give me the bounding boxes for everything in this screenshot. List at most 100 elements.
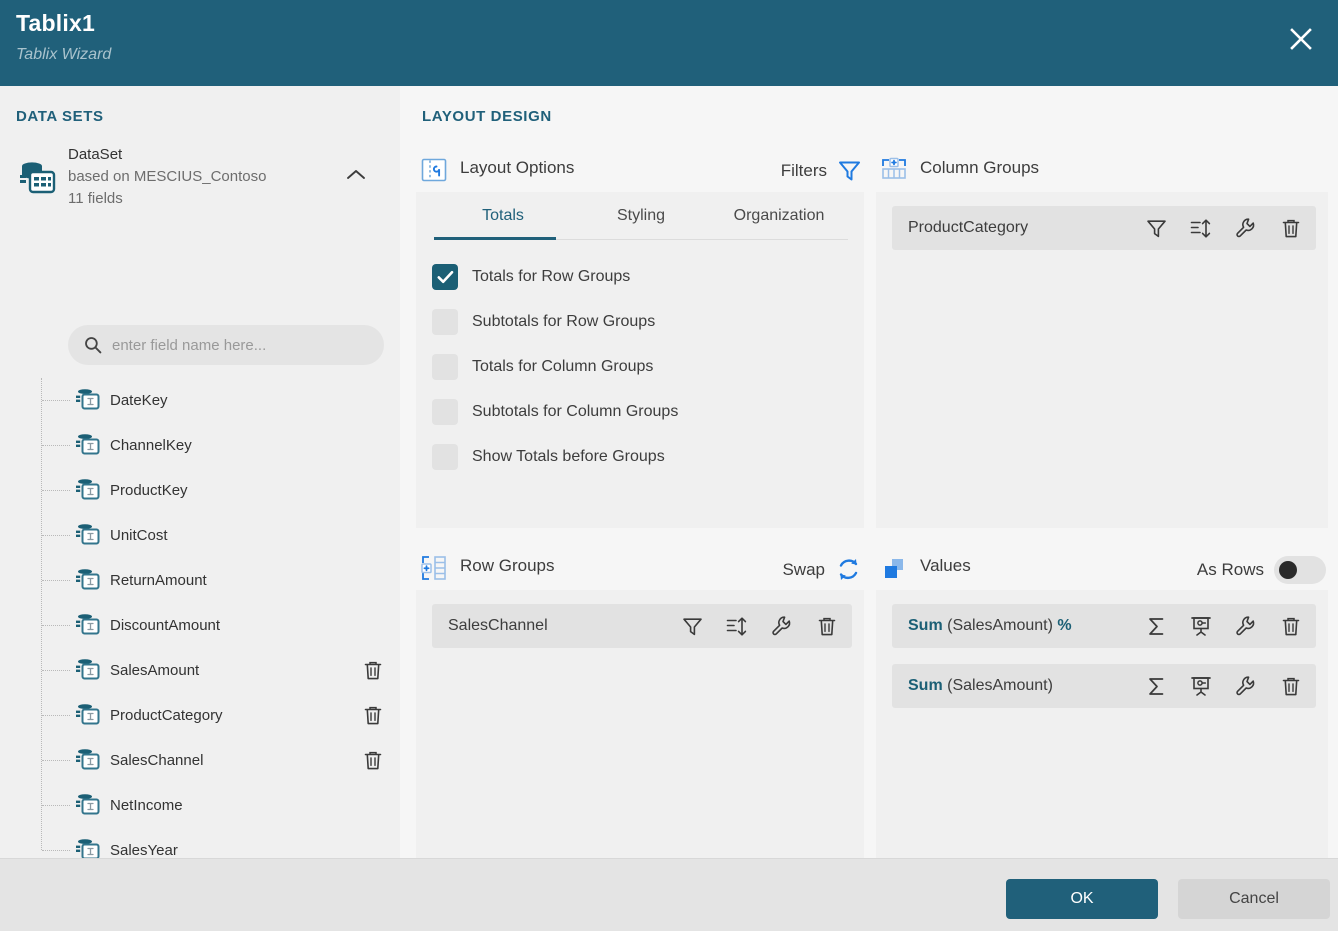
field-search-box[interactable] (68, 325, 384, 365)
checkbox-label: Subtotals for Row Groups (472, 312, 656, 330)
row-group-chip[interactable]: SalesChannel (432, 604, 852, 648)
wrench-action[interactable] (1235, 675, 1257, 697)
tree-connector (42, 715, 70, 716)
field-list-item[interactable]: ProductCategory (0, 693, 400, 738)
wrench-action[interactable] (1235, 615, 1257, 637)
sort-action[interactable] (726, 615, 748, 637)
trash-action[interactable] (1280, 675, 1302, 697)
dialog-subtitle: Tablix Wizard (16, 46, 112, 63)
column-groups-list: ProductCategory (892, 206, 1316, 266)
checkbox[interactable] (432, 308, 458, 335)
layout-options-quadrant: Layout Options Filters Totals Styling Orga… (416, 148, 864, 528)
dataset-header[interactable]: DataSet based on MESCIUS_Contoso 11 fiel… (20, 146, 380, 208)
checkbox[interactable] (432, 443, 458, 470)
search-icon (85, 337, 102, 354)
filter-action[interactable] (1145, 217, 1167, 239)
field-list-item[interactable]: DateKey (0, 378, 400, 423)
presentation-icon (1191, 617, 1211, 636)
field-label: ReturnAmount (110, 572, 207, 589)
field-list-item[interactable]: SalesAmount (0, 648, 400, 693)
field-icon (76, 389, 100, 410)
wrench-action[interactable] (1235, 217, 1257, 239)
presentation-action[interactable] (1190, 675, 1212, 697)
field-delete-button[interactable] (363, 705, 383, 726)
close-button[interactable] (1280, 18, 1322, 60)
tab-organization[interactable]: Organization (710, 200, 848, 240)
wrench-action[interactable] (771, 615, 793, 637)
wrench-icon (1236, 616, 1255, 636)
field-list-item[interactable]: ChannelKey (0, 423, 400, 468)
filters-label: Filters (780, 160, 827, 180)
sort-action[interactable] (1190, 217, 1212, 239)
trash-action[interactable] (1280, 217, 1302, 239)
field-list-item[interactable]: ReturnAmount (0, 558, 400, 603)
sigma-icon (1148, 617, 1163, 635)
presentation-action[interactable] (1190, 615, 1212, 637)
trash-icon (364, 706, 382, 725)
field-label: SalesChannel (110, 752, 204, 769)
checkbox-label: Subtotals for Column Groups (472, 402, 679, 420)
sigma-action[interactable] (1145, 675, 1167, 697)
tree-connector (42, 400, 70, 401)
checkbox-row[interactable]: Show Totals before Groups (432, 434, 852, 479)
chip-label: ProductCategory (908, 219, 1029, 236)
checkbox[interactable] (432, 398, 458, 425)
trash-icon (1282, 677, 1300, 695)
toggle-knob (1279, 561, 1297, 579)
checkbox[interactable] (432, 263, 458, 290)
trash-icon (1282, 219, 1300, 237)
swap-button[interactable]: Swap (782, 556, 862, 583)
checkbox-row[interactable]: Totals for Column Groups (432, 344, 852, 389)
as-rows-toggle-group[interactable]: As Rows (1197, 556, 1326, 584)
layout-design-heading: LAYOUT DESIGN (422, 108, 552, 125)
column-groups-quadrant: Column Groups ProductCategory (876, 148, 1328, 528)
values-body: Sum (SalesAmount) % Sum (SalesAmount) (876, 590, 1328, 858)
ok-button[interactable]: OK (1006, 879, 1158, 919)
field-label: ChannelKey (110, 437, 192, 454)
layout-options-tabs: Totals Styling Organization (434, 200, 848, 240)
trash-action[interactable] (816, 615, 838, 637)
field-list-item[interactable]: NetIncome (0, 783, 400, 828)
checkbox[interactable] (432, 353, 458, 380)
chip-actions (1122, 664, 1302, 708)
value-chip[interactable]: Sum (SalesAmount) % (892, 604, 1316, 648)
swap-label: Swap (782, 559, 825, 579)
value-chip[interactable]: Sum (SalesAmount) (892, 664, 1316, 708)
wrench-icon (1236, 676, 1255, 696)
field-list-item[interactable]: DiscountAmount (0, 603, 400, 648)
field-list-item[interactable]: ProductKey (0, 468, 400, 513)
filter-action[interactable] (681, 615, 703, 637)
chip-actions (658, 604, 838, 648)
value-aggregate: Sum (908, 677, 943, 694)
filters-button[interactable]: Filters (781, 158, 862, 183)
checkbox-row[interactable]: Totals for Row Groups (432, 254, 852, 299)
value-label: Sum (SalesAmount) (908, 677, 1053, 695)
column-group-chip[interactable]: ProductCategory (892, 206, 1316, 250)
values-header: Values As Rows (876, 546, 1328, 590)
field-label: ProductCategory (110, 707, 223, 724)
value-label: Sum (SalesAmount) % (908, 617, 1072, 635)
field-label: DiscountAmount (110, 617, 221, 634)
field-icon (76, 749, 100, 770)
close-icon (1290, 28, 1312, 50)
field-label: SalesYear (110, 842, 178, 859)
data-sets-panel: DATA SETS DataSet based on MESCIUS_Conto… (0, 86, 400, 860)
field-delete-button[interactable] (363, 660, 383, 681)
field-list-item[interactable]: SalesChannel (0, 738, 400, 783)
checkbox-row[interactable]: Subtotals for Column Groups (432, 389, 852, 434)
tree-connector (42, 670, 70, 671)
trash-action[interactable] (1280, 615, 1302, 637)
search-input[interactable] (112, 330, 362, 360)
sigma-action[interactable] (1145, 615, 1167, 637)
tablix-wizard-dialog: Tablix1 Tablix Wizard DATA SETS DataSet … (0, 0, 1338, 931)
dataset-collapse-toggle[interactable] (346, 168, 366, 182)
cancel-button[interactable]: Cancel (1178, 879, 1330, 919)
as-rows-toggle[interactable] (1274, 556, 1326, 584)
field-list-item[interactable]: UnitCost (0, 513, 400, 558)
tab-styling[interactable]: Styling (572, 200, 710, 240)
checkbox-row[interactable]: Subtotals for Row Groups (432, 299, 852, 344)
layout-options-title: Layout Options (460, 158, 575, 177)
field-delete-button[interactable] (363, 750, 383, 771)
dialog-title: Tablix1 (16, 10, 95, 36)
tab-totals[interactable]: Totals (434, 200, 572, 240)
